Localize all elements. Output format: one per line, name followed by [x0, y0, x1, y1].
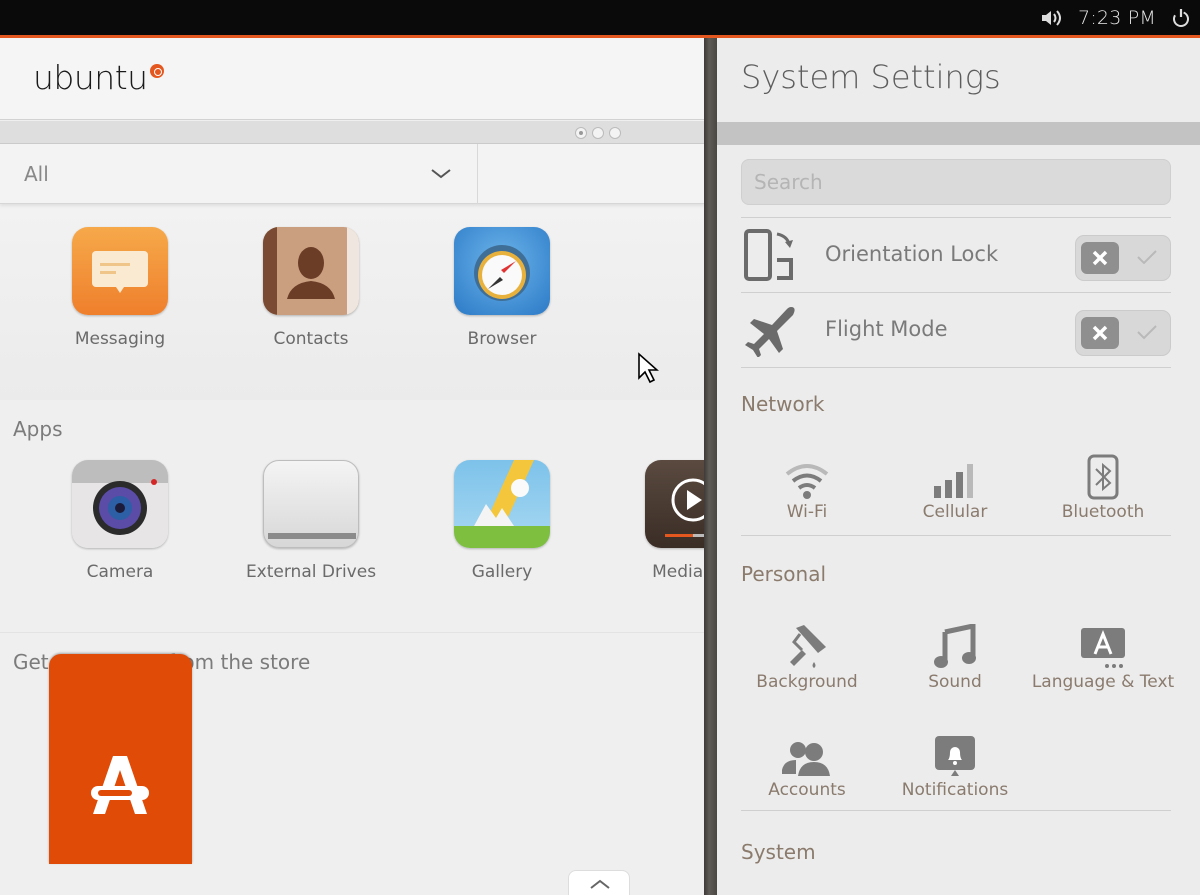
app-label: Contacts [273, 329, 349, 349]
language-text-tile[interactable]: Language & Text [1029, 620, 1177, 692]
filter-row: All [0, 144, 705, 204]
orientation-lock-row[interactable]: Orientation Lock [741, 218, 1171, 292]
divider [741, 535, 1171, 536]
mouse-cursor [637, 352, 660, 388]
page-title: System Settings [741, 58, 1001, 96]
media-player-icon [645, 460, 705, 548]
app-browser[interactable]: Browser [422, 227, 582, 349]
flight-mode-row[interactable]: Flight Mode [741, 293, 1171, 367]
app-label: Messaging [74, 329, 166, 349]
notification-bell-icon [881, 728, 1029, 778]
app-messaging[interactable]: Messaging [40, 227, 200, 349]
background-label: Background [756, 672, 858, 692]
close-icon [1092, 250, 1108, 266]
app-label: External Drives [245, 562, 377, 582]
app-media-player[interactable]: Media Pla [613, 460, 705, 582]
switch-knob [1081, 242, 1119, 274]
orientation-lock-switch[interactable] [1075, 235, 1171, 281]
system-group-title: System [741, 840, 816, 864]
check-icon [1137, 250, 1157, 265]
app-label: Camera [86, 562, 154, 582]
bluetooth-tile[interactable]: Bluetooth [1029, 450, 1177, 522]
background-tile[interactable]: Background [733, 620, 881, 692]
scope-bar [0, 121, 705, 144]
personal-group-title: Personal [741, 562, 827, 586]
dash: ubuntu All Messaging Contacts Browser Ap… [0, 38, 705, 895]
power-icon[interactable] [1170, 7, 1192, 29]
music-note-icon [881, 620, 1029, 670]
camera-icon [72, 460, 168, 548]
orientation-lock-icon [743, 228, 799, 286]
ubuntu-logo: ubuntu [33, 58, 148, 97]
app-external-drives[interactable]: External Drives [231, 460, 391, 582]
check-icon [1137, 325, 1157, 340]
language-icon [1029, 620, 1177, 670]
external-drives-icon [263, 460, 359, 548]
network-group-title: Network [741, 392, 825, 416]
app-gallery[interactable]: Gallery [422, 460, 582, 582]
accounts-label: Accounts [768, 780, 846, 800]
filter-value: All [24, 162, 49, 186]
category-filter-dropdown[interactable]: All [0, 144, 478, 204]
chevron-up-icon [590, 879, 610, 889]
close-icon [1092, 325, 1108, 341]
apps-section-title: Apps [13, 417, 63, 441]
ubuntu-store-tile[interactable] [49, 654, 192, 864]
app-label: Browser [467, 329, 537, 349]
gallery-icon [454, 460, 550, 548]
language-label: Language & Text [1031, 672, 1175, 692]
cellular-icon [881, 450, 1029, 500]
search-input[interactable] [741, 159, 1171, 205]
cellular-label: Cellular [922, 502, 988, 522]
accounts-icon [733, 728, 881, 778]
top-panel: 7:23 PM [0, 0, 1200, 36]
clock[interactable]: 7:23 PM [1078, 7, 1156, 29]
header-bar [717, 122, 1200, 145]
bluetooth-label: Bluetooth [1061, 502, 1145, 522]
accounts-tile[interactable]: Accounts [733, 728, 881, 800]
chevron-down-icon [430, 166, 452, 185]
ubuntu-store-icon [91, 756, 149, 814]
launcher-handle[interactable] [568, 870, 630, 895]
bluetooth-icon [1029, 450, 1177, 500]
switch-knob [1081, 317, 1119, 349]
sound-label: Sound [928, 672, 982, 692]
app-camera[interactable]: Camera [40, 460, 200, 582]
app-contacts[interactable]: Contacts [231, 227, 391, 349]
messaging-icon [72, 227, 168, 315]
panel-divider[interactable] [704, 38, 717, 895]
flight-mode-label: Flight Mode [825, 317, 948, 341]
app-label: Media Pla [652, 562, 705, 582]
browser-icon [454, 227, 550, 315]
notifications-tile[interactable]: Notifications [881, 728, 1029, 800]
orientation-lock-label: Orientation Lock [825, 242, 999, 266]
volume-icon[interactable] [1040, 9, 1064, 27]
wifi-tile[interactable]: Wi-Fi [733, 450, 881, 522]
app-label: Gallery [471, 562, 533, 582]
divider [741, 810, 1171, 811]
page-dot[interactable] [609, 127, 621, 139]
wifi-label: Wi-Fi [786, 502, 828, 522]
wifi-icon [733, 450, 881, 500]
indicators: 7:23 PM [1040, 0, 1192, 36]
system-settings-panel: System Settings Orientation Lock Flight … [717, 38, 1200, 895]
contacts-icon [263, 227, 359, 315]
sound-tile[interactable]: Sound [881, 620, 1029, 692]
notifications-label: Notifications [901, 780, 1009, 800]
paint-roller-icon [733, 620, 881, 670]
flight-mode-switch[interactable] [1075, 310, 1171, 356]
circle-of-friends-icon [150, 64, 164, 78]
airplane-icon [743, 303, 799, 361]
cellular-tile[interactable]: Cellular [881, 450, 1029, 522]
page-dot[interactable] [575, 127, 587, 139]
dash-header: ubuntu [0, 38, 705, 120]
divider [741, 367, 1171, 368]
page-indicator [575, 127, 621, 139]
page-dot[interactable] [592, 127, 604, 139]
